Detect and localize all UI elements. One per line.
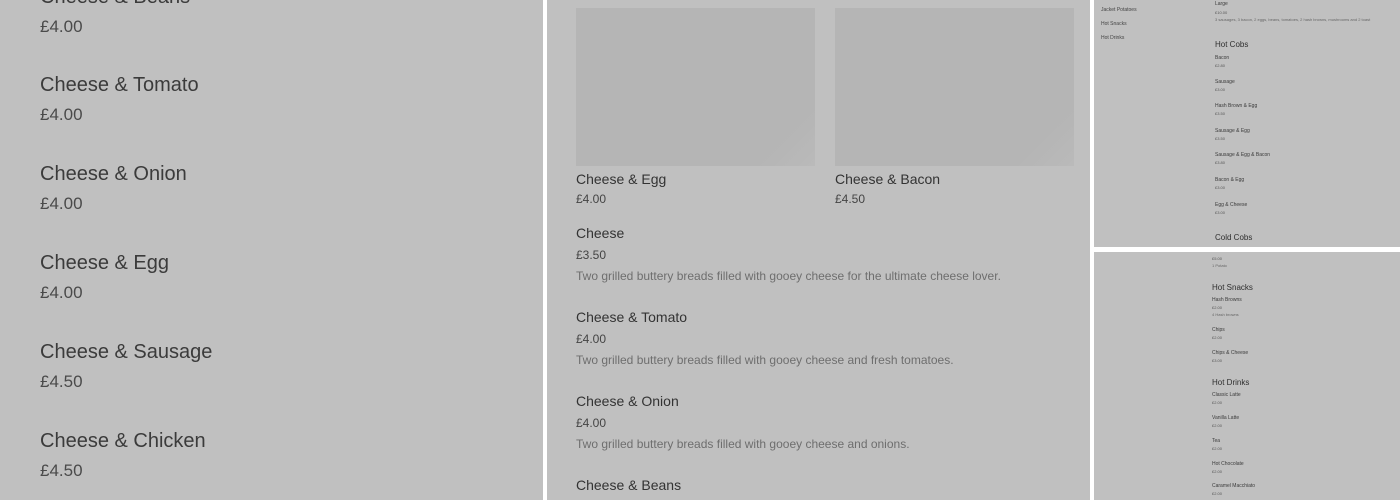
menu-item[interactable]: Cheese & Sausage £4.50 [40,341,212,392]
menu-item[interactable]: Cheese & Tomato £4.00 Two grilled butter… [576,309,954,367]
item-price: £3.00 [1212,358,1223,363]
menu-item[interactable]: Cheese & Egg £4.00 [40,252,169,303]
item-price: £4.00 [576,332,607,346]
item-price: £3.50 [576,248,607,262]
item-description: Two grilled buttery breads filled with g… [576,437,910,451]
item-name: Cheese & Tomato [40,74,199,96]
item-price: £2.00 [1212,491,1223,496]
item-name: Sausage [1215,79,1235,85]
item-image-placeholder [576,8,815,166]
item-description: 4 Hash browns [1212,312,1239,317]
category-nav-item[interactable]: Hot Snacks [1101,21,1127,27]
card-name: Cheese & Bacon [835,171,941,187]
card-price: £4.00 [576,192,607,206]
section-heading-cold-cobs: Cold Cobs [1215,233,1253,242]
item-price: £2.00 [1212,400,1223,405]
item-name: Caramel Macchiato [1212,483,1256,489]
item-image-placeholder [835,8,1074,166]
item-price: £4.00 [40,17,83,36]
menu-panel-zoomed: Cheese & Beans £4.00 Cheese & Tomato £4.… [0,0,543,500]
item-name: Bacon [1215,55,1230,61]
item-price: £4.00 [40,283,83,302]
menu-page-thumbnail-bottom: £5.00 1 Potato Hot Snacks Hash Browns £2… [1094,252,1400,500]
item-name: Hash Brown & Egg [1215,103,1258,109]
featured-card[interactable]: Cheese & Egg £4.00 [576,8,815,206]
menu-item[interactable]: Cheese & Chicken £4.50 [40,430,206,481]
item-name: Egg & Cheese [1215,202,1248,208]
item-price: £10.00 [1215,10,1228,15]
item-name: Sausage & Egg [1215,128,1250,134]
item-name: Hash Browns [1212,297,1242,303]
item-price: £2.00 [1212,446,1223,451]
card-price: £4.50 [835,192,866,206]
item-name: Cheese & Tomato [576,309,688,325]
item-name: Cheese & Onion [40,163,187,185]
item-price: £2.00 [1212,335,1223,340]
item-price: £2.80 [1215,63,1226,68]
item-price: £3.50 [1215,111,1226,116]
item-price: £3.00 [1215,185,1226,190]
item-name: Cheese [576,225,625,241]
item-price: £3.50 [1215,136,1226,141]
menu-panel-detail: Cheese & Egg £4.00 Cheese & Bacon £4.50 … [547,0,1090,500]
item-name: Chips [1212,327,1225,333]
item-price: £2.00 [1212,305,1223,310]
item-name: Bacon & Egg [1215,177,1245,183]
menu-item[interactable]: Cheese & Tomato £4.00 [40,74,199,125]
item-price: £2.00 [1212,469,1223,474]
item-name: Sausage & Egg & Bacon [1215,152,1271,158]
item-description: 3 sausages, 3 bacon, 2 eggs, beans, toma… [1215,17,1371,22]
item-price: £3.00 [1215,87,1226,92]
item-name: Hot Chocolate [1212,461,1244,467]
item-price: £4.00 [40,194,83,213]
item-name: Vanilla Latte [1212,415,1240,421]
item-name: Cheese & Sausage [40,341,213,363]
item-price: £2.00 [1212,423,1223,428]
item-price: £3.00 [1215,210,1226,215]
section-heading-hot-cobs: Hot Cobs [1215,40,1249,49]
item-name: Tea [1212,438,1221,444]
item-price: £4.50 [40,461,83,480]
menu-item[interactable]: Cheese & Onion £4.00 [40,163,187,214]
featured-card[interactable]: Cheese & Bacon £4.50 [835,8,1074,206]
item-price: £4.00 [40,105,83,124]
item-price: £4.00 [576,416,607,430]
menu-item[interactable]: Cheese & Beans [576,477,681,493]
item-description: 1 Potato [1212,263,1227,268]
item-name: Large [1215,1,1228,7]
item-name: Classic Latte [1212,392,1241,398]
item-name: Cheese & Onion [576,393,679,409]
item-name: Chips & Cheese [1212,350,1249,356]
item-description: Two grilled buttery breads filled with g… [576,353,954,367]
item-name: Cheese & Beans [40,0,190,9]
section-heading-hot-snacks: Hot Snacks [1212,283,1253,292]
menu-page-thumbnail-top: Jacket Potatoes Hot Snacks Hot Drinks La… [1094,0,1400,247]
item-price: £3.80 [1215,160,1226,165]
item-description: Two grilled buttery breads filled with g… [576,269,1001,283]
section-heading-hot-drinks: Hot Drinks [1212,378,1250,387]
category-nav-item[interactable]: Jacket Potatoes [1101,7,1137,13]
menu-item[interactable]: Cheese & Onion £4.00 Two grilled buttery… [576,393,910,451]
card-name: Cheese & Egg [576,171,667,187]
item-name: Cheese & Chicken [40,430,206,452]
menu-item[interactable]: Cheese £3.50 Two grilled buttery breads … [576,225,1001,283]
item-name: Cheese & Beans [576,477,682,493]
item-price: £4.50 [40,372,83,391]
item-name: Cheese & Egg [40,252,169,274]
category-nav-item[interactable]: Hot Drinks [1101,35,1124,41]
menu-item[interactable]: Cheese & Beans £4.00 [40,0,190,37]
item-price: £5.00 [1212,256,1223,261]
